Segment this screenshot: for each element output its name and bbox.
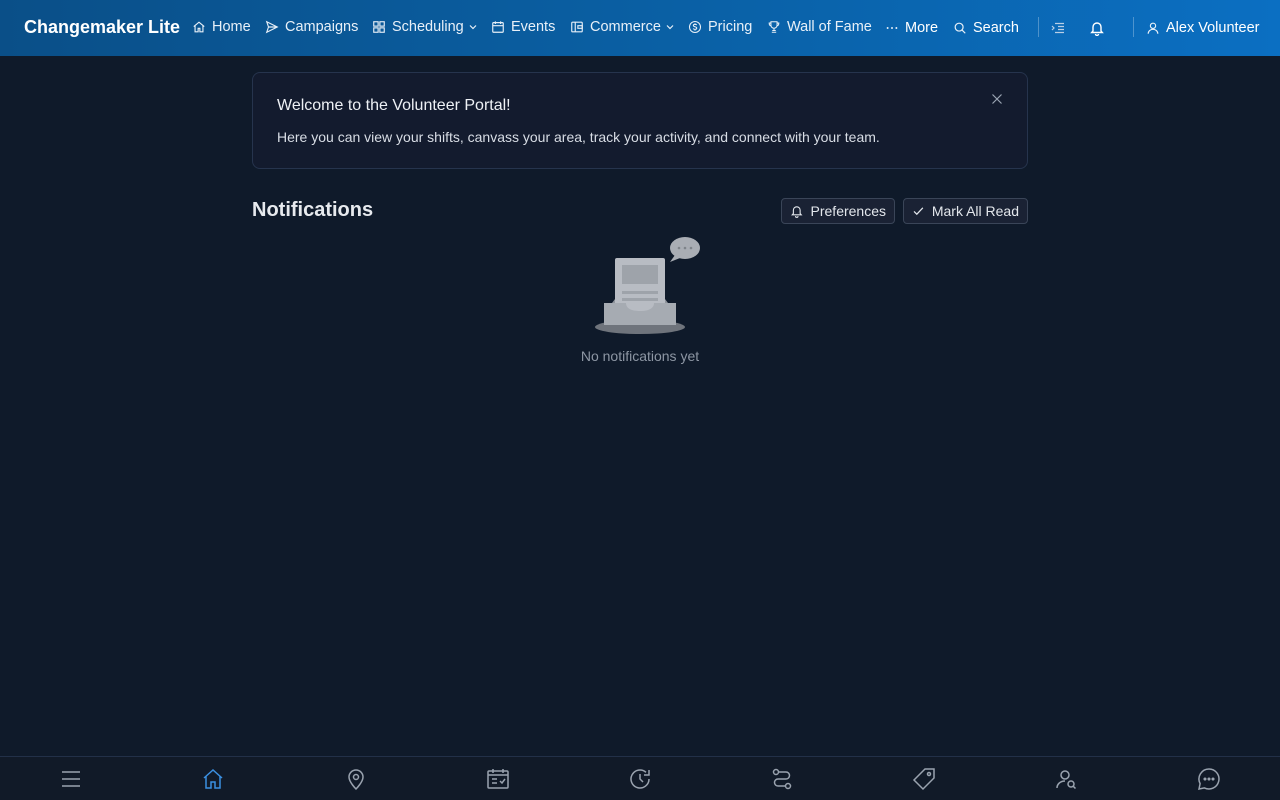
- bottom-nav-menu[interactable]: [59, 767, 83, 791]
- nav-pricing[interactable]: Pricing: [688, 17, 752, 37]
- bell-icon: [1090, 22, 1104, 36]
- calendar-check-icon: [487, 769, 509, 789]
- bell-icon: [791, 206, 803, 218]
- dollar-circle-icon: [688, 20, 702, 34]
- wallet-icon: [571, 21, 583, 33]
- send-icon: [265, 20, 279, 34]
- bottom-nav-routes[interactable]: [770, 767, 794, 791]
- home-icon: [193, 21, 205, 33]
- history-icon: [630, 769, 650, 789]
- chevron-down-icon: [666, 25, 674, 30]
- mark-all-read-label: Mark All Read: [931, 203, 1019, 219]
- bottom-nav-home[interactable]: [201, 767, 225, 791]
- empty-inbox-icon: [595, 237, 700, 334]
- home-icon: [203, 768, 223, 789]
- nav-pricing-label: Pricing: [708, 19, 753, 35]
- bottom-nav-chat[interactable]: [1197, 767, 1221, 791]
- menu-fold-button[interactable]: [1048, 18, 1068, 38]
- notifications-title: Notifications: [252, 199, 374, 221]
- nav-home[interactable]: Home: [192, 17, 251, 37]
- nav-commerce-label: Commerce: [590, 19, 661, 35]
- brand-logo[interactable]: Changemaker Lite: [24, 17, 180, 38]
- top-navbar: Changemaker Lite Home Campaigns Scheduli…: [0, 0, 1280, 56]
- route-icon: [772, 768, 792, 790]
- user-menu[interactable]: Alex Volunteer: [1146, 18, 1260, 38]
- notifications-bell-button[interactable]: [1087, 18, 1107, 38]
- welcome-close-button[interactable]: [989, 91, 1005, 107]
- nav-wall-of-fame-label: Wall of Fame: [787, 19, 872, 35]
- welcome-body: Here you can view your shifts, canvass y…: [277, 129, 880, 145]
- calendar-icon: [492, 21, 504, 33]
- nav-more-label: More: [905, 20, 939, 36]
- mark-all-read-button[interactable]: Mark All Read: [903, 198, 1028, 224]
- nav-more[interactable]: More: [885, 18, 938, 38]
- nav-search-label: Search: [973, 20, 1019, 36]
- bottom-nav-map[interactable]: [344, 767, 368, 791]
- preferences-label: Preferences: [810, 203, 886, 219]
- welcome-title: Welcome to the Volunteer Portal!: [277, 97, 511, 114]
- trophy-icon: [768, 21, 780, 33]
- nav-search[interactable]: Search: [953, 18, 1019, 38]
- menu-fold-icon: [1051, 22, 1064, 34]
- nav-events-label: Events: [511, 19, 556, 35]
- welcome-banner: Welcome to the Volunteer Portal! Here yo…: [252, 72, 1028, 169]
- user-name: Alex Volunteer: [1166, 20, 1260, 36]
- nav-divider: [1133, 17, 1134, 37]
- nav-wall-of-fame[interactable]: Wall of Fame: [767, 17, 872, 37]
- bottom-nav-activity[interactable]: [628, 767, 652, 791]
- search-icon: [954, 22, 966, 34]
- grid-icon: [373, 21, 385, 33]
- bottom-nav-shifts[interactable]: [486, 767, 510, 791]
- preferences-button[interactable]: Preferences: [781, 198, 895, 224]
- nav-campaigns[interactable]: Campaigns: [265, 17, 358, 37]
- tag-icon: [912, 768, 935, 791]
- nav-scheduling[interactable]: Scheduling: [372, 17, 478, 37]
- nav-divider: [1038, 17, 1039, 37]
- chat-icon: [1198, 768, 1220, 790]
- user-search-icon: [1056, 770, 1077, 790]
- user-icon: [1147, 22, 1159, 34]
- map-pin-icon: [348, 769, 364, 791]
- bottom-nav-team[interactable]: [1055, 767, 1079, 791]
- bottom-nav: [0, 756, 1280, 800]
- bottom-nav-tags[interactable]: [912, 767, 936, 791]
- ellipsis-icon: [886, 27, 898, 29]
- menu-icon: [62, 771, 80, 787]
- empty-notifications-text: No notifications yet: [580, 348, 700, 364]
- nav-events[interactable]: Events: [491, 17, 555, 37]
- nav-home-label: Home: [212, 19, 251, 35]
- nav-campaigns-label: Campaigns: [285, 19, 359, 35]
- chevron-down-icon: [469, 25, 477, 30]
- nav-scheduling-label: Scheduling: [392, 19, 464, 35]
- nav-commerce[interactable]: Commerce: [570, 17, 675, 37]
- check-icon: [913, 207, 924, 216]
- close-icon: [992, 94, 1002, 104]
